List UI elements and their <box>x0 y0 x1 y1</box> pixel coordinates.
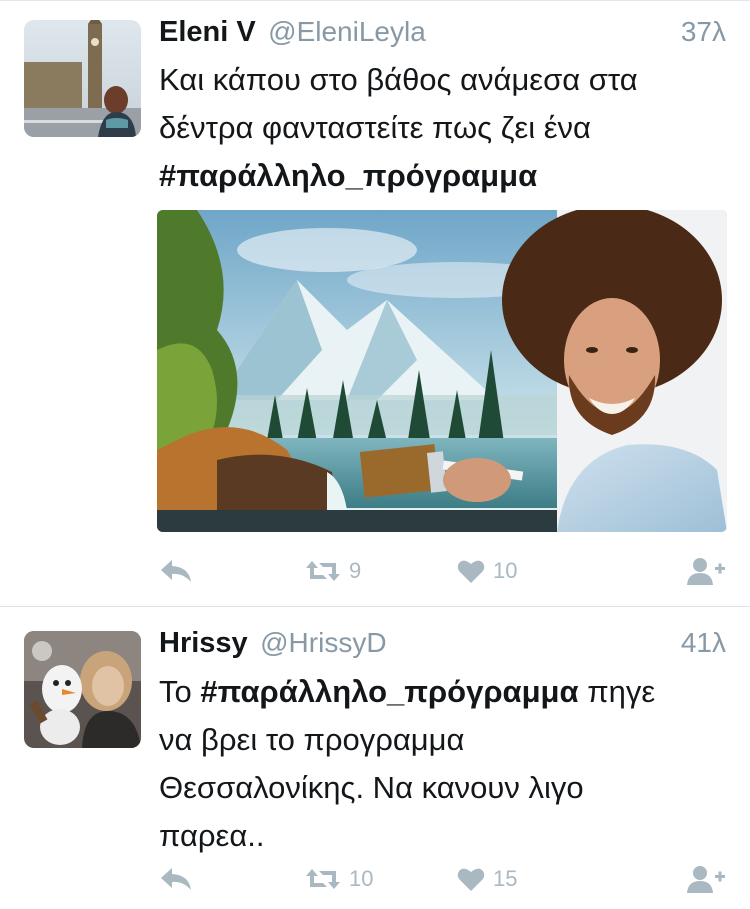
retweet-count: 9 <box>349 558 362 583</box>
display-name[interactable]: Hrissy <box>159 627 248 659</box>
retweet-icon <box>306 561 340 581</box>
heart-icon <box>457 560 485 583</box>
tweet-text-line: Και κάπου στο βάθος ανάμεσα στα <box>159 62 638 97</box>
tweet-text-suffix: πηγε <box>578 674 656 709</box>
user-handle[interactable]: @EleniLeyla <box>268 16 426 47</box>
like-button[interactable]: 10 <box>457 551 517 591</box>
reply-icon <box>161 560 191 582</box>
heart-icon <box>457 868 485 891</box>
like-count: 10 <box>493 558 518 583</box>
reply-icon <box>161 868 191 890</box>
timestamp[interactable]: 37λ <box>681 16 726 48</box>
display-name[interactable]: Eleni V <box>159 16 256 48</box>
tweet-text-line: δέντρα φανταστείτε πως ζει ένα <box>159 110 591 145</box>
tweet-header: Hrissy @HrissyD 41λ <box>159 627 726 667</box>
tweet-text-line: Θεσσαλονίκης. Να κανουν λιγο <box>159 770 584 805</box>
retweet-button[interactable]: 10 <box>305 859 373 899</box>
user-handle[interactable]: @HrissyD <box>260 627 386 658</box>
follow-button[interactable] <box>686 859 726 899</box>
follow-icon <box>687 558 725 585</box>
timestamp[interactable]: 41λ <box>681 627 726 659</box>
tweet-image[interactable] <box>157 210 727 532</box>
retweet-button[interactable]: 9 <box>305 551 361 591</box>
hashtag-link[interactable]: #παράλληλο_πρόγραμμα <box>200 674 578 709</box>
tweet-text-line: παρεα.. <box>159 818 265 853</box>
tweet-actions: 10 15 <box>159 859 726 899</box>
avatar[interactable] <box>24 20 141 137</box>
tweet-actions: 9 10 <box>159 551 726 591</box>
avatar[interactable] <box>24 631 141 748</box>
retweet-count: 10 <box>349 866 374 891</box>
like-count: 15 <box>493 866 518 891</box>
tweet-text-prefix: Το <box>159 674 201 709</box>
tweet-text-line: να βρει το προγραμμα <box>159 722 465 757</box>
tweet-text-line: Το #παράλληλο_πρόγραμμα πηγε <box>159 668 729 716</box>
reply-button[interactable] <box>159 859 193 899</box>
follow-button[interactable] <box>686 551 726 591</box>
reply-button[interactable] <box>159 551 193 591</box>
tweet-text: Και κάπου στο βάθος ανάμεσα στα δέντρα φ… <box>159 56 729 200</box>
like-button[interactable]: 15 <box>457 859 517 899</box>
tweet-header: Eleni V @EleniLeyla 37λ <box>159 16 726 56</box>
follow-icon <box>687 866 725 893</box>
hashtag-link[interactable]: #παράλληλο_πρόγραμμα <box>159 152 729 200</box>
tweet[interactable]: Eleni V @EleniLeyla 37λ Και κάπου στο βά… <box>0 0 750 606</box>
tweet-text: Το #παράλληλο_πρόγραμμα πηγε να βρει το … <box>159 668 729 860</box>
retweet-icon <box>306 869 340 889</box>
